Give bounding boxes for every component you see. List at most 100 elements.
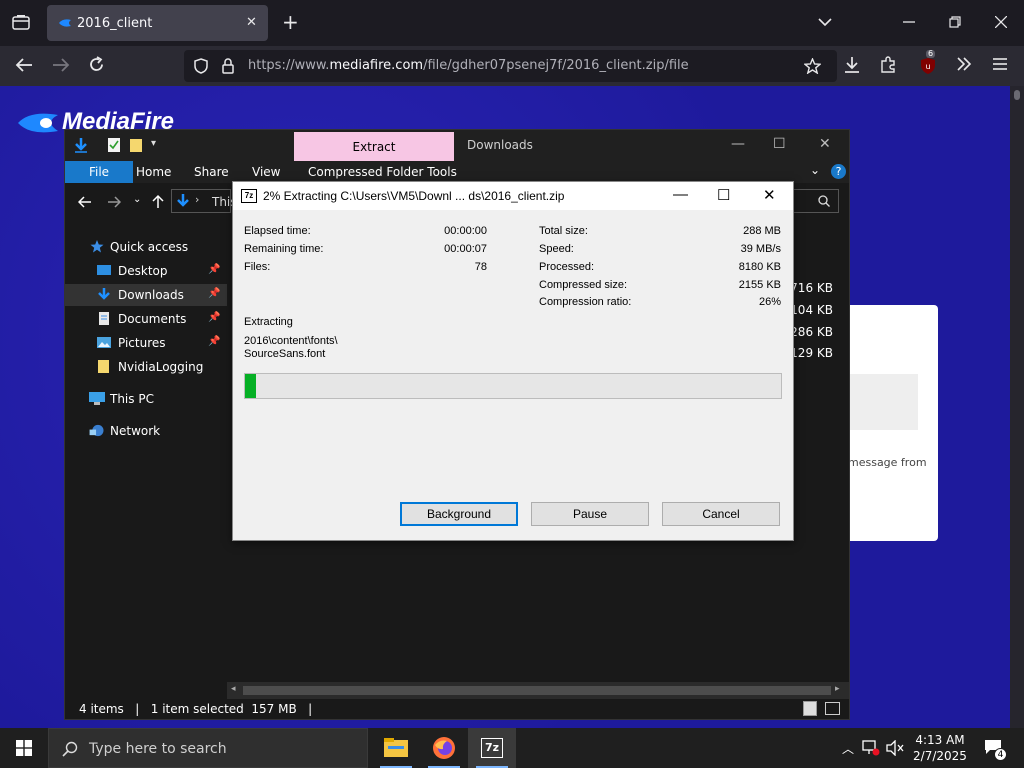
pin-icon[interactable]: 📌	[208, 336, 220, 347]
computer-icon	[89, 392, 105, 405]
tab-list-icon[interactable]	[12, 14, 30, 33]
taskbar-firefox[interactable]	[420, 728, 468, 768]
network-status-icon[interactable]	[862, 740, 880, 756]
clock-date: 2/7/2025	[913, 749, 967, 763]
ribbon-tab-share[interactable]: Share	[194, 165, 229, 179]
menu-icon[interactable]	[993, 57, 1007, 74]
browser-nav-bar: https://www.mediafire.com/file/gdher07ps…	[0, 46, 1024, 86]
dialog-minimize-icon[interactable]: —	[673, 186, 688, 203]
pin-icon[interactable]: 📌	[208, 264, 220, 275]
pin-icon[interactable]: 📌	[208, 288, 220, 299]
download-card: message from	[848, 305, 938, 541]
notification-center-button[interactable]: 4	[978, 736, 1008, 762]
page-scrollbar[interactable]	[1010, 86, 1024, 728]
browser-tab[interactable]: 2016_client ✕	[47, 5, 268, 41]
nav-pictures[interactable]: Pictures 📌	[65, 332, 227, 354]
speed-label: Speed:	[539, 243, 574, 255]
nav-up-icon[interactable]	[152, 194, 164, 208]
taskbar-file-explorer[interactable]	[372, 728, 420, 768]
nav-documents[interactable]: Documents 📌	[65, 308, 227, 330]
back-icon[interactable]	[15, 57, 33, 76]
ribbon-tab-home[interactable]: Home	[136, 165, 171, 179]
tab-close-icon[interactable]: ✕	[246, 15, 257, 30]
mediafire-favicon-icon	[59, 19, 71, 27]
files-value: 78	[474, 261, 487, 273]
network-icon	[89, 424, 104, 437]
explorer-search-box[interactable]	[791, 189, 839, 213]
address-bar[interactable]: › This	[171, 189, 237, 213]
restore-icon[interactable]	[949, 15, 961, 31]
close-icon[interactable]	[994, 15, 1008, 31]
downloads-icon[interactable]	[844, 56, 860, 77]
show-hidden-icons-icon[interactable]: ︿	[842, 740, 854, 757]
nav-quick-access[interactable]: Quick access	[65, 236, 227, 258]
scroll-left-icon[interactable]: ◂	[231, 684, 236, 694]
star-icon	[90, 240, 104, 253]
ublock-icon[interactable]: u 6	[918, 50, 938, 79]
nav-forward-icon[interactable]	[107, 196, 121, 208]
explorer-close-icon[interactable]: ✕	[819, 136, 831, 152]
reload-icon[interactable]	[88, 56, 105, 76]
dialog-title-bar[interactable]: 7z 2% Extracting C:\Users\VM5\Downl ... …	[233, 182, 793, 210]
nav-network[interactable]: Network	[65, 420, 227, 442]
quick-access-download-icon[interactable]	[74, 137, 88, 153]
details-view-icon[interactable]	[803, 701, 817, 716]
url-bar[interactable]: https://www.mediafire.com/file/gdher07ps…	[184, 50, 837, 82]
extensions-icon[interactable]	[880, 56, 897, 76]
taskbar-7zip[interactable]: 7z	[468, 728, 516, 768]
minimize-icon[interactable]	[903, 14, 915, 30]
nav-downloads[interactable]: Downloads 📌	[65, 284, 227, 306]
forward-icon[interactable]	[52, 57, 70, 76]
pause-button[interactable]: Pause	[531, 502, 649, 526]
explorer-maximize-icon[interactable]: ☐	[773, 136, 786, 152]
ribbon-tab-compressed-folder-tools[interactable]: Compressed Folder Tools	[308, 165, 457, 179]
nav-this-pc[interactable]: This PC	[65, 388, 227, 410]
page-scrollbar-thumb[interactable]	[1014, 90, 1020, 100]
ribbon-expand-icon[interactable]: ⌄	[810, 163, 820, 177]
progress-fill	[245, 374, 256, 398]
properties-icon[interactable]	[107, 137, 121, 153]
horizontal-scrollbar-thumb[interactable]	[243, 686, 831, 695]
background-button[interactable]: Background	[400, 502, 518, 526]
new-tab-icon[interactable]: +	[282, 12, 299, 32]
explorer-minimize-icon[interactable]: —	[731, 136, 745, 152]
help-icon[interactable]: ?	[831, 164, 846, 179]
explorer-horizontal-scrollbar[interactable]: ◂ ▸	[227, 682, 849, 699]
current-file-path: 2016\content\fonts\	[244, 335, 338, 347]
nav-desktop[interactable]: Desktop 📌	[65, 260, 227, 282]
folder-icon	[98, 360, 109, 373]
new-folder-icon[interactable]	[129, 137, 143, 153]
shield-icon[interactable]	[194, 58, 208, 77]
ribbon-tab-file[interactable]: File	[65, 161, 133, 183]
url-text[interactable]: https://www.mediafire.com/file/gdher07ps…	[248, 58, 689, 73]
scroll-right-icon[interactable]: ▸	[835, 684, 840, 694]
ribbon-tab-view[interactable]: View	[252, 165, 280, 179]
cancel-button[interactable]: Cancel	[662, 502, 780, 526]
dialog-maximize-icon[interactable]: ☐	[717, 186, 730, 204]
taskbar-search-box[interactable]: Type here to search	[48, 728, 368, 768]
bookmark-star-icon[interactable]	[803, 57, 822, 77]
volume-muted-icon[interactable]	[886, 740, 904, 756]
dialog-close-icon[interactable]: ✕	[763, 186, 776, 204]
nav-nvidialogging[interactable]: NvidiaLogging	[65, 356, 227, 378]
large-icons-view-icon[interactable]	[825, 702, 840, 715]
nav-label: Desktop	[118, 264, 168, 278]
elapsed-time-value: 00:00:00	[444, 225, 487, 237]
customize-toolbar-icon[interactable]: ▾	[151, 138, 156, 149]
more-tools-icon[interactable]	[956, 56, 972, 75]
start-button[interactable]	[0, 728, 48, 768]
files-label: Files:	[244, 261, 271, 273]
7zip-taskbar-icon: 7z	[481, 738, 503, 758]
explorer-title-bar[interactable]: ▾ Extract Downloads — ☐ ✕	[65, 130, 849, 161]
pin-icon[interactable]: 📌	[208, 312, 220, 323]
system-clock[interactable]: 4:13 AM 2/7/2025	[910, 732, 970, 764]
recent-locations-icon[interactable]: ⌄	[133, 194, 141, 205]
list-all-tabs-icon[interactable]	[818, 14, 832, 30]
address-separator-icon[interactable]: ›	[195, 193, 199, 206]
nav-label: Network	[110, 424, 161, 438]
tab-extract[interactable]: Extract	[294, 132, 454, 161]
lock-icon[interactable]	[222, 58, 234, 77]
nav-label: Pictures	[118, 336, 166, 350]
nav-back-icon[interactable]	[78, 196, 92, 208]
search-placeholder: Type here to search	[89, 741, 227, 757]
